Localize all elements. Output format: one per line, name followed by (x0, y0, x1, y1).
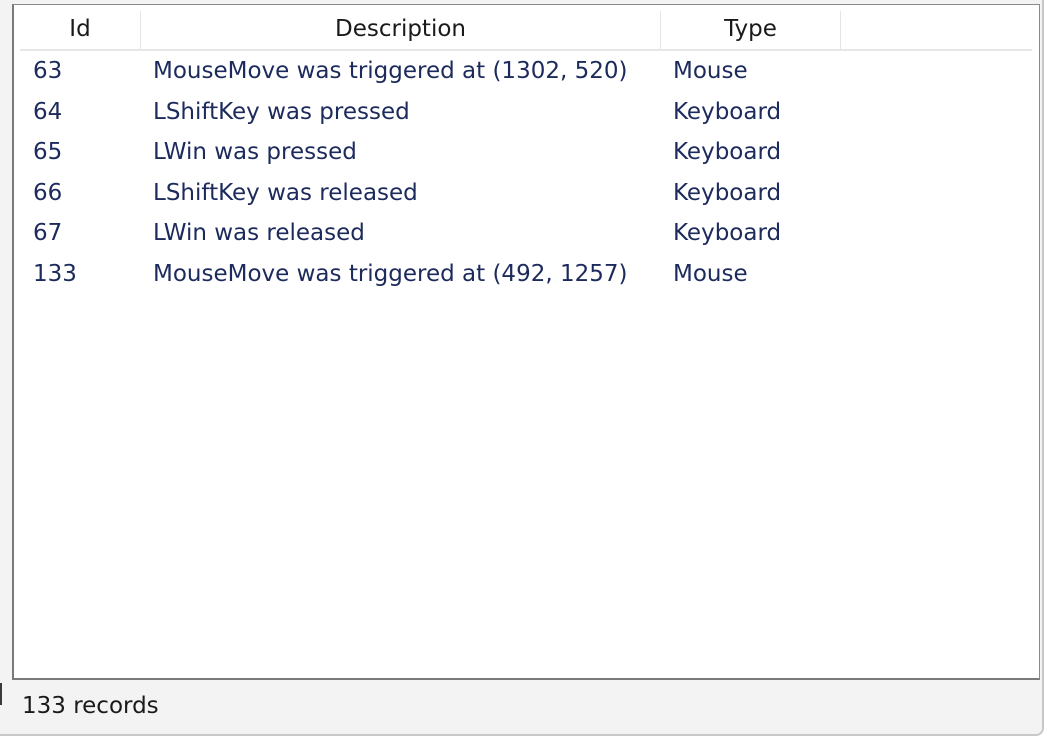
row-id: 64 (33, 98, 63, 125)
row-type: Mouse (673, 58, 748, 84)
list-rows: 63 MouseMove was triggered at (1302, 520… (20, 51, 1032, 294)
row-id: 66 (33, 179, 63, 206)
row-type: Mouse (673, 260, 748, 287)
row-type: Keyboard (673, 179, 782, 206)
list-row[interactable]: 66 LShiftKey was released Keyboard (20, 173, 1032, 214)
row-description: MouseMove was triggered at (1302, 520) (153, 58, 628, 84)
row-description: LWin was released (153, 220, 365, 246)
row-type: Keyboard (673, 139, 782, 165)
row-type: Keyboard (673, 98, 782, 125)
row-id: 67 (33, 220, 63, 246)
row-description: LWin was pressed (153, 139, 357, 165)
row-id: 63 (33, 58, 63, 84)
list-row[interactable]: 63 MouseMove was triggered at (1302, 520… (20, 51, 1032, 92)
list-row[interactable]: 64 LShiftKey was pressed Keyboard (20, 92, 1032, 133)
column-header-type[interactable]: Type (661, 11, 841, 49)
list-row[interactable]: 65 LWin was pressed Keyboard (20, 132, 1032, 173)
event-list[interactable]: Id Description Type 63 MouseMove was tri… (12, 4, 1040, 680)
column-header-description[interactable]: Description (141, 11, 661, 49)
column-header-filler (841, 11, 1032, 49)
frame-edge-mark (0, 683, 2, 705)
row-id: 65 (33, 139, 63, 165)
list-row[interactable]: 67 LWin was released Keyboard (20, 213, 1032, 254)
list-row[interactable]: 133 MouseMove was triggered at (492, 125… (20, 254, 1032, 295)
record-count-status: 133 records (22, 693, 159, 719)
column-header-id[interactable]: Id (20, 11, 141, 49)
row-type: Keyboard (673, 220, 782, 246)
row-description: LShiftKey was released (153, 179, 418, 206)
event-log-window: Id Description Type 63 MouseMove was tri… (0, 0, 1044, 736)
row-description: MouseMove was triggered at (492, 1257) (153, 260, 628, 287)
row-id: 133 (33, 260, 77, 287)
list-header: Id Description Type (20, 11, 1032, 51)
row-description: LShiftKey was pressed (153, 98, 410, 125)
